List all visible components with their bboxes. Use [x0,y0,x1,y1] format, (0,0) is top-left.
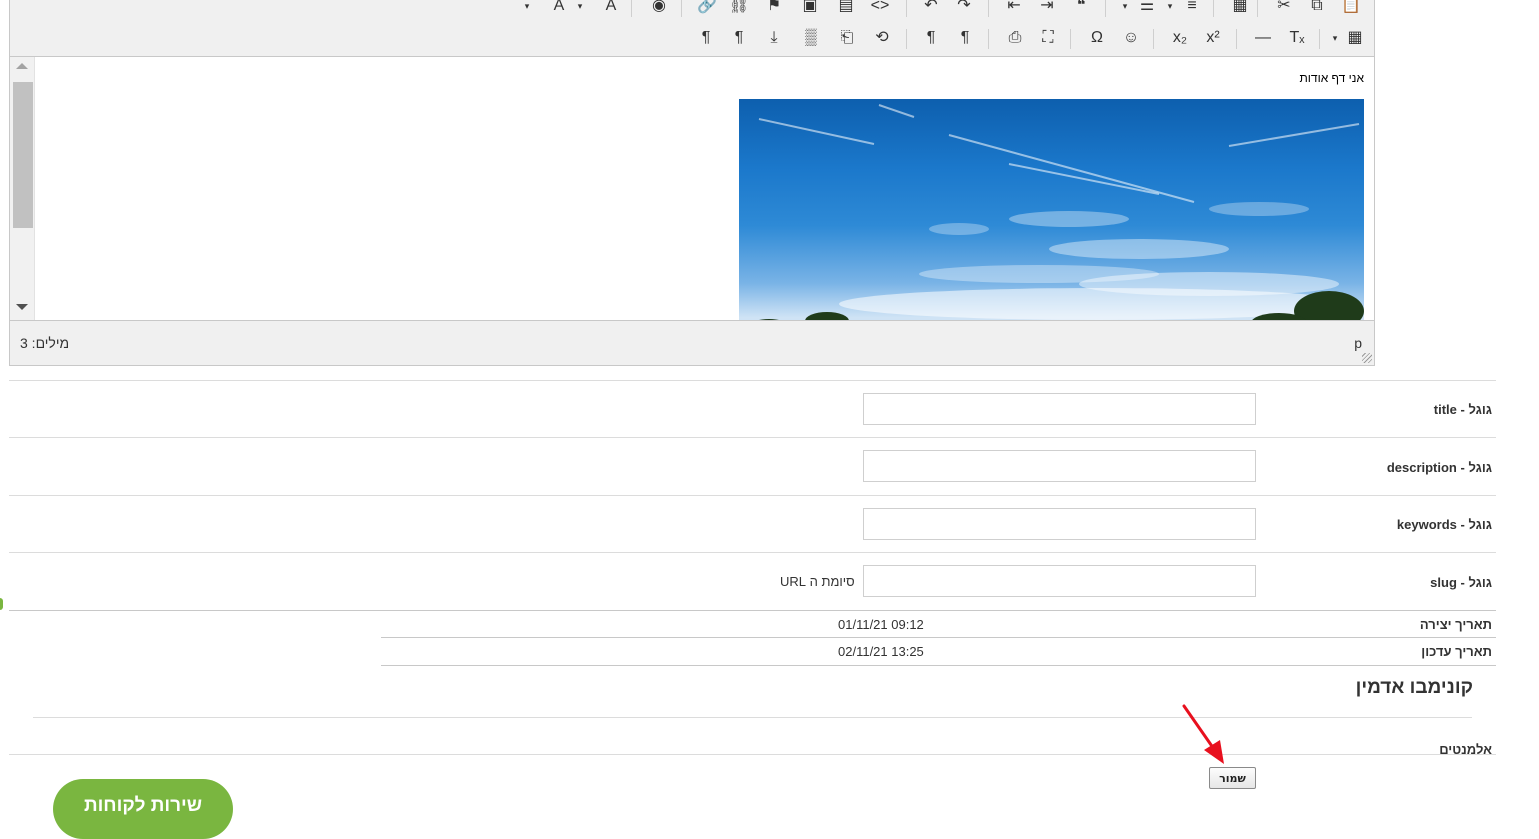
unlink-icon[interactable]: ⛓ [726,0,752,18]
toolbar-separator [1105,0,1106,17]
rtl-paragraph-icon[interactable]: ¶ [726,26,752,50]
toolbar-separator [988,29,989,49]
sky-photo-image[interactable] [739,99,1364,320]
toolbar-separator [631,0,632,17]
google-slug-input[interactable] [863,565,1256,597]
toolbar-separator [1213,0,1214,17]
restore-draft-icon[interactable]: ⟲ [869,26,895,50]
toolbar-separator [1257,0,1258,17]
bullet-list-icon[interactable]: ☰ [1134,0,1160,18]
numbered-list-icon[interactable]: ≡ [1179,0,1205,18]
blockquote-icon[interactable]: ❝ [1068,0,1094,18]
toolbar-separator [988,0,989,17]
google-title-label: גוגל - title [1433,402,1492,417]
bullet-list-caret[interactable]: ▾ [1119,0,1131,18]
undo-icon[interactable]: ↶ [918,0,944,18]
google-title-input[interactable] [863,393,1256,425]
preview-icon[interactable]: ◉ [646,0,672,18]
scroll-thumb[interactable] [13,82,33,228]
insert-file-icon[interactable]: ⤓ [761,26,787,50]
slug-suffix-note: סיומת ה URL [780,574,855,589]
save-button[interactable]: שמור [1209,767,1256,789]
code-icon[interactable]: <> [867,0,893,18]
google-keywords-label: גוגל - keywords [1396,517,1492,532]
resize-handle-icon[interactable] [1362,353,1372,363]
customer-service-button[interactable]: שירות לקוחות [53,779,233,839]
editor-content-text: אני דף אודות [1299,71,1364,85]
cut-icon[interactable]: ✂ [1271,0,1297,18]
toolbar-separator [1319,29,1320,49]
section-title: קונימבו אדמין [1355,677,1473,698]
subscript-icon[interactable]: x₂ [1167,26,1193,50]
editor-toolbar-row-2: ¶ ¶ ⤓ ▒ ⎗ ⟲ ¶ ¶ ⎙ ⛶ Ω ☺ x₂ x² — Tₓ ▾ ▦ [10,21,1374,55]
toolbar-separator [906,0,907,17]
indent-icon[interactable]: ⇥ [1034,0,1060,18]
ltr-direction-icon[interactable]: ¶ [918,26,944,50]
numbered-list-caret[interactable]: ▾ [1164,0,1176,18]
fullscreen-icon[interactable]: ⛶ [1035,26,1061,50]
editor-toolbar-row-1: ▾ A ▾ A ◉ 🔗 ⛓ ⚑ ▣ ▤ <> ↶ ↷ ⇤ ⇥ ❝ ▾ ☰ ▾ ≡ ▦ ✂ ⧉ 📋 [10,0,1374,23]
table-caret[interactable]: ▾ [1329,26,1341,50]
divider [9,380,1496,381]
special-char-icon[interactable]: Ω [1084,26,1110,50]
copy-icon[interactable]: ⧉ [1304,0,1330,18]
table-icon[interactable]: ▦ [1342,26,1368,50]
divider [381,665,1496,666]
ltr-paragraph-icon[interactable]: ¶ [693,26,719,50]
link-icon[interactable]: 🔗 [694,0,720,18]
divider [9,754,1496,755]
bg-color-caret[interactable]: ▾ [574,0,586,18]
editor-content-area[interactable]: אני דף אודות [10,56,1374,321]
toolbar-separator [1070,29,1071,49]
horizontal-rule-icon[interactable]: — [1250,26,1276,50]
divider [381,637,1496,638]
google-description-label: גוגל - description [1386,460,1492,475]
outdent-icon[interactable]: ⇤ [1001,0,1027,18]
divider [9,437,1496,438]
toolbar-separator [906,29,907,49]
updated-date-label: תאריך עדכון [1421,644,1492,659]
divider [9,552,1496,553]
divider [9,610,1496,611]
scroll-up-arrow-icon[interactable] [16,63,28,69]
google-slug-label: גוגל - slug [1430,575,1492,590]
template-icon[interactable]: ▦ [1227,0,1253,18]
anchor-icon[interactable]: ⚑ [761,0,787,18]
text-color-icon[interactable]: A [546,0,572,18]
superscript-icon[interactable]: x² [1200,26,1226,50]
print-icon[interactable]: ⎙ [1002,26,1028,50]
text-color-caret[interactable]: ▾ [521,0,533,18]
paste-icon[interactable]: 📋 [1338,0,1364,18]
bg-color-icon[interactable]: A [598,0,624,18]
toolbar-separator [1236,29,1237,49]
editor-scrollbar[interactable] [10,57,35,320]
divider [9,495,1496,496]
annotation-arrow-icon [1182,704,1224,764]
toolbar-separator [681,0,682,17]
redo-icon[interactable]: ↷ [951,0,977,18]
scroll-down-arrow-icon[interactable] [16,304,28,310]
updated-date-value: 02/11/21 13:25 [838,644,924,659]
visual-blocks-icon[interactable]: ▒ [798,26,824,50]
rtl-direction-icon[interactable]: ¶ [952,26,978,50]
side-indicator [0,598,3,610]
page-break-icon[interactable]: ⎗ [834,26,860,50]
element-path[interactable]: p [1354,335,1362,351]
created-date-label: תאריך יצירה [1419,617,1492,632]
google-description-input[interactable] [863,450,1256,482]
clear-format-icon[interactable]: Tₓ [1284,26,1310,50]
image-icon[interactable]: ▣ [797,0,823,18]
editor-statusbar: מילים: 3 p [10,321,1374,365]
rich-text-editor: ▾ A ▾ A ◉ 🔗 ⛓ ⚑ ▣ ▤ <> ↶ ↷ ⇤ ⇥ ❝ ▾ ☰ ▾ ≡ ▦ ✂ ⧉ 📋 ¶ ¶ ⤓ ▒ ⎗ ⟲ ¶ ¶ ⎙ ⛶ Ω ☺ x₂… [9,0,1375,366]
google-keywords-input[interactable] [863,508,1256,540]
created-date-value: 01/11/21 09:12 [838,617,924,632]
word-count: מילים: 3 [20,335,70,351]
media-icon[interactable]: ▤ [833,0,859,18]
toolbar-separator [1153,29,1154,49]
divider [33,717,1472,718]
emoticons-icon[interactable]: ☺ [1118,26,1144,50]
